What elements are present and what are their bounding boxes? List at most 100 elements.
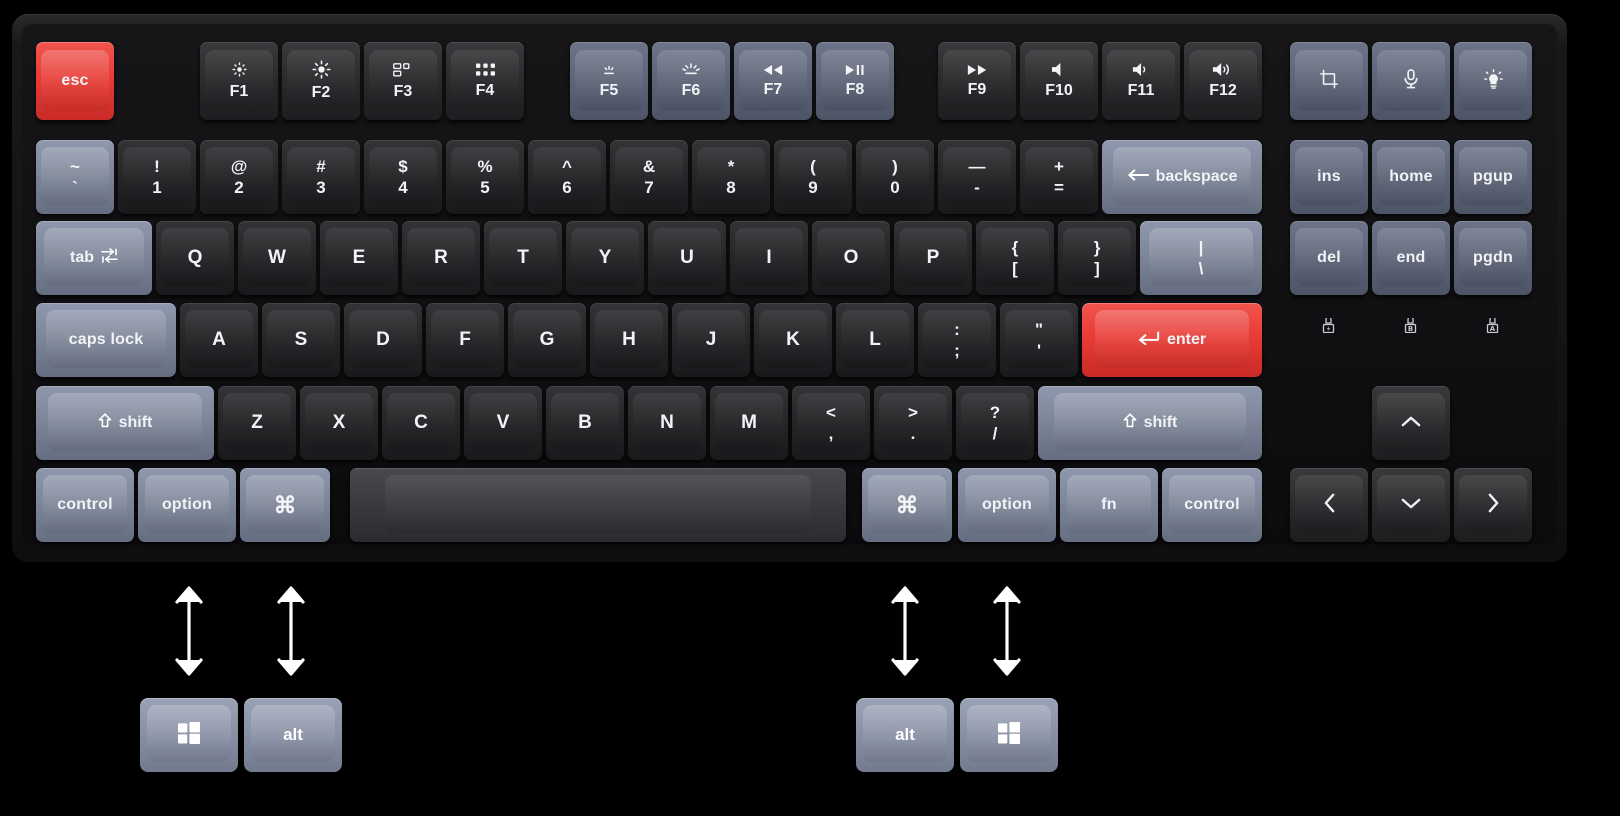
tab-arrows-icon — [101, 248, 118, 268]
key-f3[interactable]: F3 — [364, 42, 442, 120]
key-2[interactable]: @2 — [200, 140, 278, 214]
key-f12[interactable]: F12 — [1184, 42, 1262, 120]
key-h[interactable]: H — [590, 303, 668, 377]
key-backspace[interactable]: backspace — [1102, 140, 1262, 214]
key-ins[interactable]: ins — [1290, 140, 1368, 214]
key-q[interactable]: Q — [156, 221, 234, 295]
key-w[interactable]: W — [238, 221, 316, 295]
key-i[interactable]: I — [730, 221, 808, 295]
key-arrow-right[interactable] — [1454, 468, 1532, 542]
swap-arrow-left-windows — [168, 583, 210, 684]
key-a[interactable]: A — [180, 303, 258, 377]
key-home[interactable]: home — [1372, 140, 1450, 214]
key-right-control[interactable]: control — [1162, 468, 1262, 542]
chevron-down-icon — [1401, 497, 1421, 514]
key-arrow-up[interactable] — [1372, 386, 1450, 460]
key-6[interactable]: ^ 6 — [528, 140, 606, 214]
key-x[interactable]: X — [300, 386, 378, 460]
key-grave[interactable]: ~ ` — [36, 140, 114, 214]
key-pgup[interactable]: pgup — [1454, 140, 1532, 214]
key-microphone[interactable] — [1372, 42, 1450, 120]
key-pgdn[interactable]: pgdn — [1454, 221, 1532, 295]
key-period[interactable]: >. — [874, 386, 952, 460]
key-f2[interactable]: F2 — [282, 42, 360, 120]
key-f10[interactable]: F10 — [1020, 42, 1098, 120]
key-comma[interactable]: <, — [792, 386, 870, 460]
key-left-bracket[interactable]: {[ — [976, 221, 1054, 295]
key-9[interactable]: (9 — [774, 140, 852, 214]
key-7[interactable]: & 7 — [610, 140, 688, 214]
key-d[interactable]: D — [344, 303, 422, 377]
key-f9[interactable]: F9 — [938, 42, 1016, 120]
key-f8[interactable]: F8 — [816, 42, 894, 120]
key-r[interactable]: R — [402, 221, 480, 295]
key-left-option[interactable]: option — [138, 468, 236, 542]
key-backslash[interactable]: | \ — [1140, 221, 1262, 295]
key-arrow-down[interactable] — [1372, 468, 1450, 542]
key-1[interactable]: ! 1 — [118, 140, 196, 214]
key-right-option[interactable]: option — [958, 468, 1056, 542]
key-3[interactable]: #3 — [282, 140, 360, 214]
key-j[interactable]: J — [672, 303, 750, 377]
key-screenshot[interactable] — [1290, 42, 1368, 120]
key-4[interactable]: $4 — [364, 140, 442, 214]
key-f6[interactable]: F6 — [652, 42, 730, 120]
key-end[interactable]: end — [1372, 221, 1450, 295]
key-fn[interactable]: fn — [1060, 468, 1158, 542]
key-8[interactable]: * 8 — [692, 140, 770, 214]
swap-arrow-left-alt — [270, 583, 312, 684]
arrow-left-icon — [1127, 169, 1149, 186]
key-f4[interactable]: F4 — [446, 42, 524, 120]
key-s[interactable]: S — [262, 303, 340, 377]
key-right-bracket[interactable]: }] — [1058, 221, 1136, 295]
key-v[interactable]: V — [464, 386, 542, 460]
key-g[interactable]: G — [508, 303, 586, 377]
key-e[interactable]: E — [320, 221, 398, 295]
key-m[interactable]: M — [710, 386, 788, 460]
key-minus[interactable]: — - — [938, 140, 1016, 214]
key-n[interactable]: N — [628, 386, 706, 460]
key-f[interactable]: F — [426, 303, 504, 377]
key-esc[interactable]: esc — [36, 42, 114, 120]
key-right-shift[interactable]: shift — [1038, 386, 1262, 460]
key-5[interactable]: % 5 — [446, 140, 524, 214]
key-lightbulb[interactable] — [1454, 42, 1532, 120]
key-left-command[interactable]: ⌘ — [240, 468, 330, 542]
key-t[interactable]: T — [484, 221, 562, 295]
swap-key-left-windows[interactable] — [140, 698, 238, 772]
key-slash[interactable]: ? / — [956, 386, 1034, 460]
key-right-command[interactable]: ⌘ — [862, 468, 952, 542]
key-f5[interactable]: F5 — [570, 42, 648, 120]
indicator-bluetooth: B — [1390, 318, 1430, 333]
key-y[interactable]: Y — [566, 221, 644, 295]
key-equal[interactable]: + = — [1020, 140, 1098, 214]
key-tab[interactable]: tab — [36, 221, 152, 295]
swap-key-right-windows[interactable] — [960, 698, 1058, 772]
key-f7[interactable]: F7 — [734, 42, 812, 120]
key-space[interactable] — [350, 468, 846, 542]
key-z[interactable]: Z — [218, 386, 296, 460]
key-u[interactable]: U — [648, 221, 726, 295]
key-del[interactable]: del — [1290, 221, 1368, 295]
key-quote[interactable]: " ' — [1000, 303, 1078, 377]
key-k[interactable]: K — [754, 303, 832, 377]
key-enter[interactable]: enter — [1082, 303, 1262, 377]
key-left-shift[interactable]: shift — [36, 386, 214, 460]
mute-icon — [1051, 62, 1067, 81]
key-f11[interactable]: F11 — [1102, 42, 1180, 120]
key-o[interactable]: O — [812, 221, 890, 295]
key-c[interactable]: C — [382, 386, 460, 460]
key-l[interactable]: L — [836, 303, 914, 377]
key-left-control[interactable]: control — [36, 468, 134, 542]
key-caps-lock[interactable]: caps lock — [36, 303, 176, 377]
chevron-right-icon — [1487, 493, 1500, 517]
key-semicolon[interactable]: :; — [918, 303, 996, 377]
key-0[interactable]: ) 0 — [856, 140, 934, 214]
swap-key-right-alt[interactable]: alt — [856, 698, 954, 772]
key-arrow-left[interactable] — [1290, 468, 1368, 542]
microphone-icon — [1403, 68, 1419, 94]
key-p[interactable]: P — [894, 221, 972, 295]
key-f1[interactable]: F1 — [200, 42, 278, 120]
key-b[interactable]: B — [546, 386, 624, 460]
swap-key-left-alt[interactable]: alt — [244, 698, 342, 772]
